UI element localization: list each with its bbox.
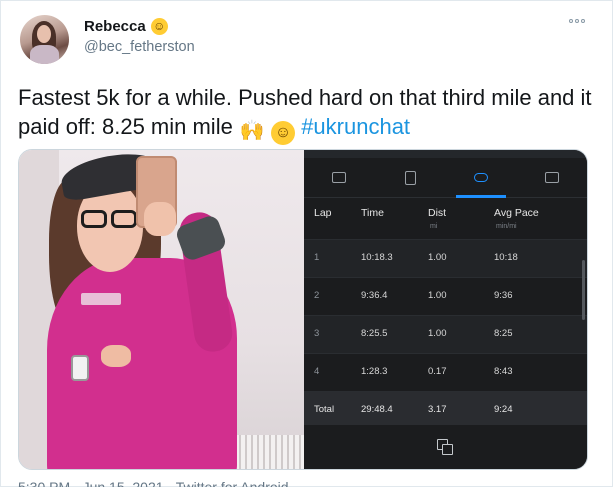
table-row[interactable]: 1 10:18.3 1.00 10:18 [304,239,587,277]
tab-stats[interactable] [516,158,587,197]
table-row[interactable]: 3 8:25.5 1.00 8:25 [304,315,587,353]
display-name[interactable]: Rebecca [84,18,146,35]
lap-cell: 3 [314,328,320,339]
avatar[interactable] [20,15,69,64]
tab-details[interactable] [375,158,446,197]
grinning-face-icon: ☺ [150,18,168,35]
grinning-face-icon: ☺ [271,121,296,145]
raising-hands-icon: 🙌 [239,120,265,142]
dist-cell: 1.00 [428,328,447,339]
dist-cell: 0.17 [428,366,447,377]
time-cell: 8:25.5 [361,328,388,339]
header-lap: Lap [314,207,332,219]
details-tab-icon [404,170,416,185]
tweet-text: Fastest 5k for a while. Pushed hard on t… [18,83,598,145]
user-handle[interactable]: @bec_fetherston [84,39,195,55]
table-row[interactable]: 4 1:28.3 0.17 8:43 [304,353,587,391]
pace-cell: 8:25 [494,328,513,339]
splits-header: Lap Time Dist mi Avg Pace min/mi [304,199,587,239]
hashtag-link[interactable]: #ukrunchat [301,114,410,139]
chart-tab-icon [332,172,347,183]
header-pace: Avg Pace [494,207,539,219]
dist-cell: 1.00 [428,290,447,301]
stats-tab-icon [544,172,559,183]
bottom-toolbar [304,425,587,469]
header-dist-unit: mi [430,223,438,230]
pace-cell: 10:18 [494,252,518,263]
lap-cell: 2 [314,290,320,301]
pace-cell: 9:36 [494,290,513,301]
laps-tab-icon [473,173,488,182]
selfie-photo[interactable] [19,150,304,469]
dist-cell: 1.00 [428,252,447,263]
header-pace-unit: min/mi [496,223,517,230]
tab-laps[interactable] [446,158,517,198]
tab-chart[interactable] [304,158,375,197]
run-splits-screenshot[interactable]: Lap Time Dist mi Avg Pace min/mi 1 10:18… [304,150,587,469]
total-dist: 3.17 [428,404,447,415]
splits-tab-bar [304,158,587,198]
time-cell: 9:36.4 [361,290,388,301]
time-cell: 10:18.3 [361,252,393,263]
more-options-icon[interactable] [569,19,589,29]
splits-table: 1 10:18.3 1.00 10:18 2 9:36.4 1.00 9:36 … [304,239,587,432]
tweet-card: Rebecca ☺ @bec_fetherston Fastest 5k for… [0,0,613,487]
pace-cell: 8:43 [494,366,513,377]
lap-cell: 4 [314,366,320,377]
user-name-row[interactable]: Rebecca ☺ [84,18,168,35]
tweet-timestamp[interactable]: 5:30 PM · Jun 15, 2021 · Twitter for And… [18,479,289,487]
media-gallery: Lap Time Dist mi Avg Pace min/mi 1 10:18… [18,149,588,470]
total-time: 29:48.4 [361,404,393,415]
lap-cell: 1 [314,252,320,263]
header-time: Time [361,207,384,219]
total-label: Total [314,404,335,415]
header-dist: Dist [428,207,447,219]
total-pace: 9:24 [494,404,513,415]
table-row[interactable]: 2 9:36.4 1.00 9:36 [304,277,587,315]
scrollbar[interactable] [582,260,585,320]
time-cell: 1:28.3 [361,366,388,377]
copy-icon[interactable] [436,439,455,457]
